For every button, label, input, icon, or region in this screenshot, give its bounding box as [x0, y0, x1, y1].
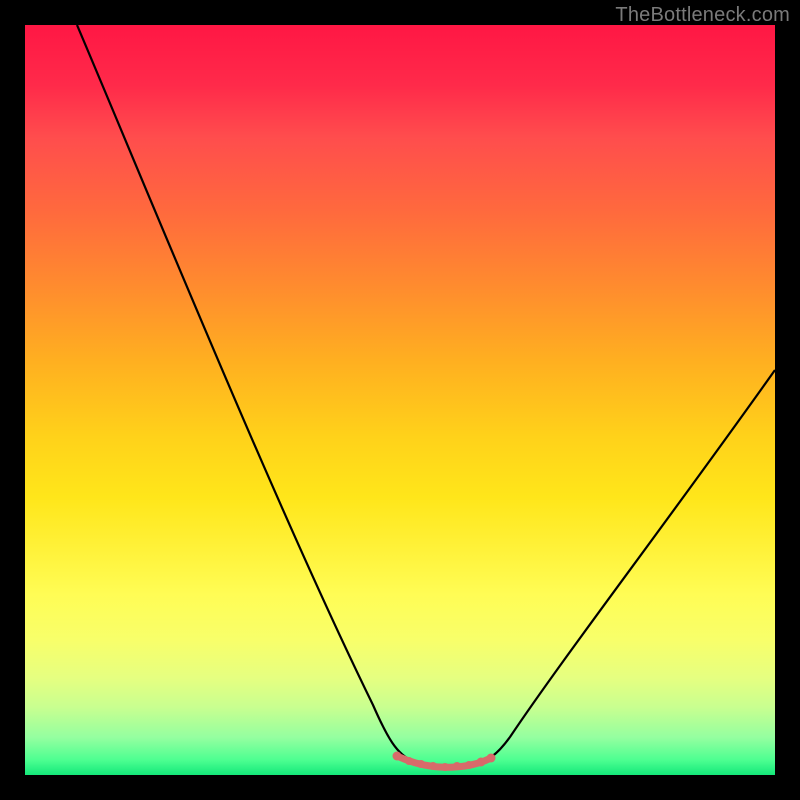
chart-svg: [25, 25, 775, 775]
watermark-text: TheBottleneck.com: [615, 4, 790, 27]
optimum-marker: [393, 752, 496, 772]
chart-area: [25, 25, 775, 775]
bottleneck-curve-line: [77, 25, 775, 766]
